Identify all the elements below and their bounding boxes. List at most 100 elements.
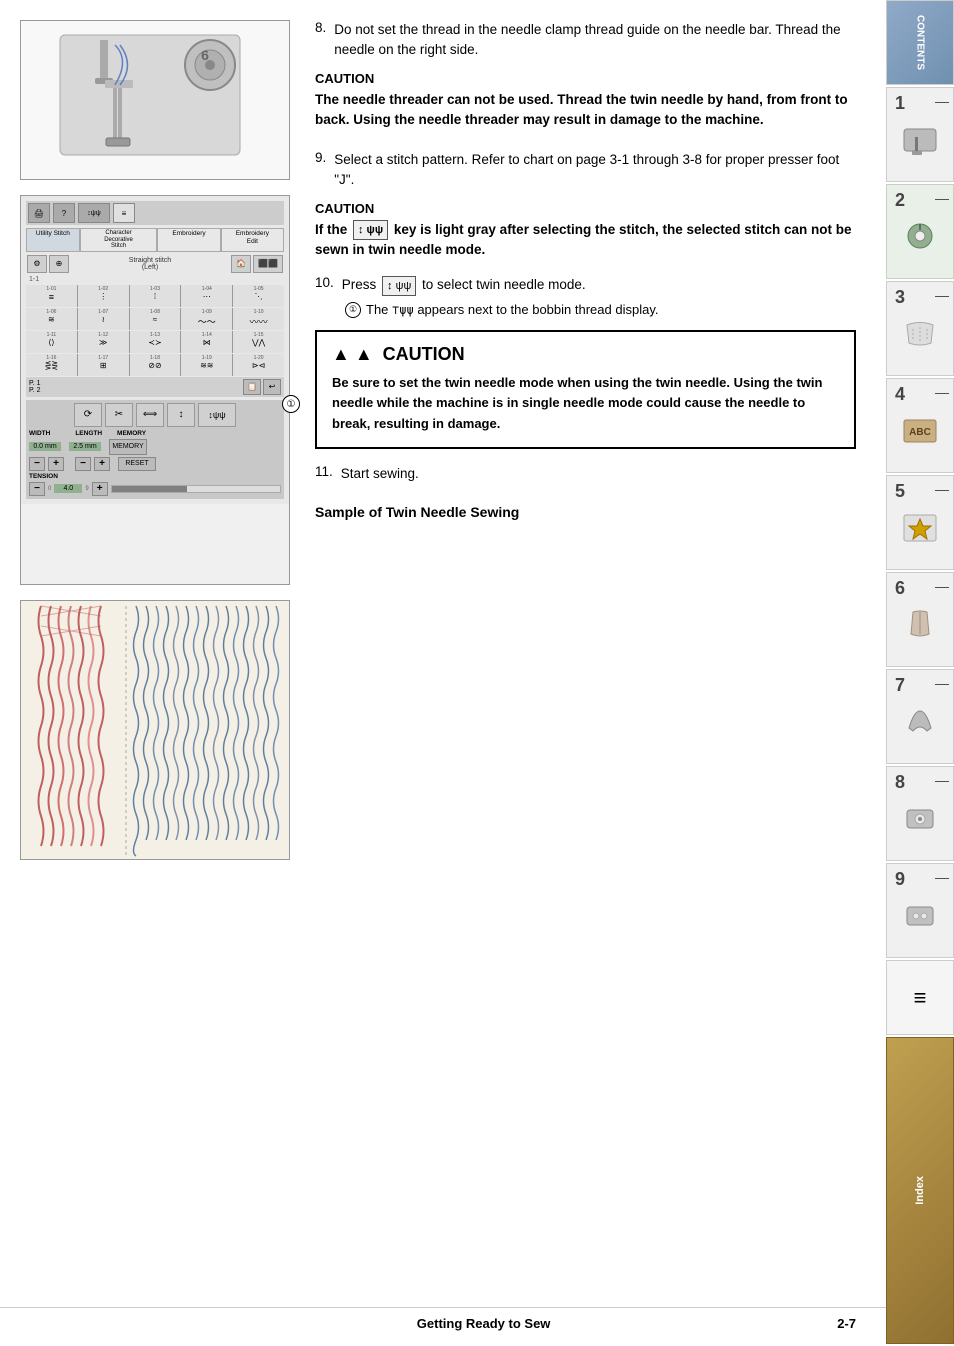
fn-icon-2[interactable]: ✂ [105,403,133,427]
sidebar-tab-ch8[interactable]: 8 — [886,766,954,861]
length-display: 2.5 mm [69,442,101,451]
sidebar-tab-notes[interactable]: ≡ [886,960,954,1035]
width-label: WIDTH [29,430,50,437]
width-display: 0.0 mm [29,442,61,451]
ch4-num: 4 [895,384,905,405]
ch7-num: 7 [895,675,905,696]
footer-center: Getting Ready to Sew [417,1316,551,1331]
stitch-cell-1-17[interactable]: 1-17 ⊞ [78,354,129,376]
sidebar-tab-ch9[interactable]: 9 — [886,863,954,958]
fn-icon-3[interactable]: ⟺ [136,403,164,427]
ch6-icon [899,606,941,649]
length-minus[interactable]: − [75,457,91,471]
stitch-cell-1-20[interactable]: 1-20 ⊳⊲ [233,354,284,376]
stitch-cell-1-14[interactable]: 1-14 ⋈ [181,331,232,353]
stitch-cell-1-16[interactable]: 1-16 ⋚⋛ [26,354,77,376]
tab-character[interactable]: CharacterDecorativeStitch [80,228,158,252]
plus-minus-row: − + − + RESET [29,457,281,471]
sidebar-tab-ch4[interactable]: 4 — ABC [886,378,954,473]
stitch-grid-row4: 1-16 ⋚⋛ 1-17 ⊞ 1-18 ⊘⊘ 1-19 [26,354,284,376]
index-label: Index [914,1176,926,1205]
width-plus[interactable]: + [48,457,64,471]
stitch-cell-1-10[interactable]: 1-10 〰〰 [233,308,284,330]
tab-utility-label: Utility Stitch [36,230,70,237]
sidebar-tab-ch1[interactable]: 1 — [886,87,954,182]
caution1-text: The needle threader can not be used. Thr… [315,90,856,131]
ch5-icon [899,509,941,552]
stitch-cell-1-04[interactable]: 1-04 ⋯ [181,285,232,307]
caution2-label: CAUTION [315,201,856,216]
ch2-num: 2 [895,190,905,211]
stitch-cell-1-02[interactable]: 1-02 ⋮ [78,285,129,307]
step10-container: 10. Press ↕ ψψ to select twin needle mod… [315,275,856,319]
stitch-cell-1-07[interactable]: 1-07 ≀ [78,308,129,330]
tension-label: TENSION [29,473,281,480]
tab-utility[interactable]: Utility Stitch [26,228,80,252]
tab-embroidery-edit[interactable]: EmbroideryEdit [221,228,284,252]
fn-icon-1[interactable]: ⟳ [74,403,102,427]
page-icon-2[interactable]: ↩ [263,379,281,395]
width-minus[interactable]: − [29,457,45,471]
ch7-icon [899,703,941,746]
ch4-icon: ABC [899,412,941,455]
panel-icon-2: ? [53,203,75,223]
machine-top-image: 6 [20,20,290,180]
stitch-svg [21,601,290,860]
tab-embroidery[interactable]: Embroidery [157,228,220,252]
stitch-cell-1-19[interactable]: 1-19 ≋≋ [181,354,232,376]
stitch-cell-1-01[interactable]: 1-01 ≡ [26,285,77,307]
sidebar-tab-ch2[interactable]: 2 — [886,184,954,279]
stitch-id: 1-1 [26,276,284,283]
bottom-controls: ⟳ ✂ ⟺ ↕ ↕ψψ WIDTH LENGTH MEMORY [26,400,284,499]
sidebar-tab-ch3[interactable]: 3 — [886,281,954,376]
tension-minus[interactable]: − [29,482,45,496]
sidebar-tab-index[interactable]: Index [886,1037,954,1344]
big-caution-title: ▲ CAUTION [332,344,839,365]
step8-num: 8. [315,20,326,61]
ch3-icon [899,315,941,358]
stitch-cell-1-06[interactable]: 1-06 ≋ [26,308,77,330]
sidebar-tab-ch5[interactable]: 5 — [886,475,954,570]
caution2-text: If the ↕ ψψ key is light gray after sele… [315,220,856,261]
reset-btn[interactable]: RESET [118,457,156,471]
fn-icon-twin[interactable]: ↕ψψ [198,403,236,427]
stitch-cell-1-18[interactable]: 1-18 ⊘⊘ [130,354,181,376]
step10-num: 10. [315,275,334,290]
tension-plus[interactable]: + [92,482,108,496]
sidebar-tab-ch6[interactable]: 6 — [886,572,954,667]
bobbin-display-icon: ⊤ψψ [392,303,414,317]
memory-btn[interactable]: MEMORY [109,439,147,455]
length-plus[interactable]: + [94,457,110,471]
sidebar-tab-contents[interactable]: CONTENTS [886,0,954,85]
stitch-cell-1-13[interactable]: 1-13 ≺≻ [130,331,181,353]
step11-container: 11. Start sewing. [315,464,856,484]
sidebar-tab-ch7[interactable]: 7 — [886,669,954,764]
fn-icon-4[interactable]: ↕ [167,403,195,427]
page-icon-1[interactable]: 📋 [243,379,261,395]
stitch-cell-1-15[interactable]: 1-15 ⋁⋀ [233,331,284,353]
stitch-name-display: Straight stitch(Left) [71,257,229,271]
footer-page-number: 2-7 [837,1316,856,1331]
caution1-label: CAUTION [315,71,856,86]
tension-display: 4.0 [54,484,82,493]
stitch-cell-1-05[interactable]: 1-05 ⋱ [233,285,284,307]
page-memory-row: P. 1P. 2 📋 ↩ [26,377,284,397]
tension-row: − 0 4.0 9 + [29,482,281,496]
ch9-icon [899,897,941,940]
memory-label: MEMORY [117,430,146,437]
stitch-grid-row3: 1-11 ⟨⟩ 1-12 ≫ 1-13 ≺≻ 1-14 [26,331,284,353]
stitch-cell-1-12[interactable]: 1-12 ≫ [78,331,129,353]
stitch-cell-1-11[interactable]: 1-11 ⟨⟩ [26,331,77,353]
step10-key: ↕ ψψ [382,276,416,297]
ch2-icon [899,218,941,261]
ch1-icon [899,121,941,164]
stitch-grid-row1: 1-01 ≡ 1-02 ⋮ 1-03 ⁞ 1-04 [26,285,284,307]
panel-icon-1: 🖨 [28,203,50,223]
caution2-key-icon: ↕ ψψ [353,220,388,241]
stitch-cell-1-03[interactable]: 1-03 ⁞ [130,285,181,307]
stitch-cell-1-09[interactable]: 1-09 〜〜 [181,308,232,330]
step8-container: 8. Do not set the thread in the needle c… [315,20,856,61]
stitch-cell-1-08[interactable]: 1-08 ≈ [130,308,181,330]
sidebar-contents-label: CONTENTS [915,15,926,70]
big-caution-box: ▲ CAUTION Be sure to set the twin needle… [315,330,856,449]
